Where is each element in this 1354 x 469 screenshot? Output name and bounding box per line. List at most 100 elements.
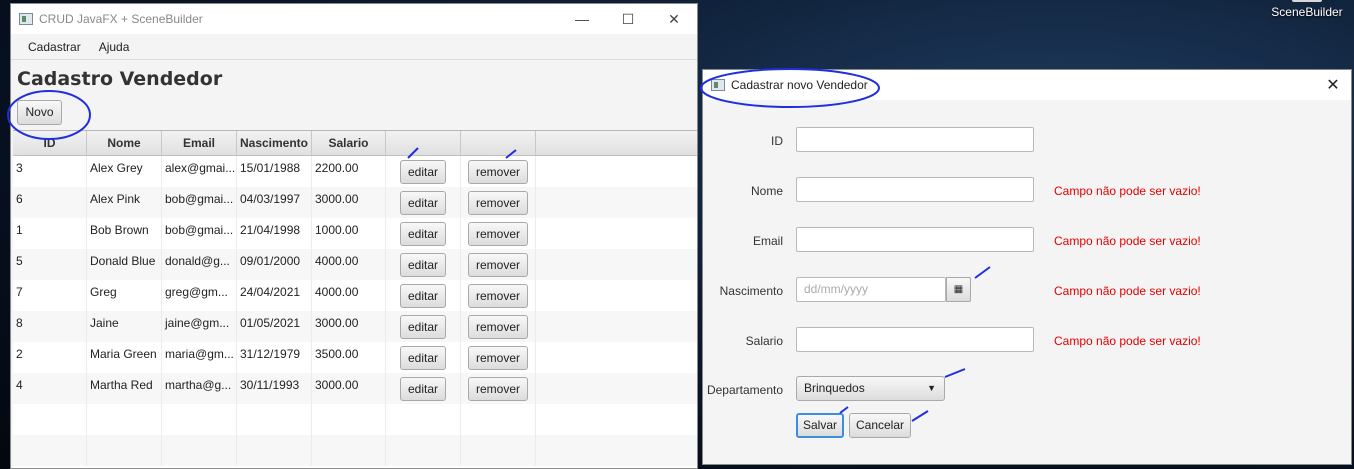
main-titlebar: CRUD JavaFX + SceneBuilder — ☐ ✕ xyxy=(11,4,697,34)
cell-nascimento: 24/04/2021 xyxy=(237,280,312,311)
cell-edit: editar xyxy=(386,280,461,311)
editar-button[interactable]: editar xyxy=(399,283,447,308)
cell-salario xyxy=(312,404,386,435)
table-row-empty[interactable] xyxy=(13,404,697,435)
cadastrar-dialog: Cadastrar novo Vendedor ✕ ID Nome Campo … xyxy=(702,69,1352,465)
close-button[interactable]: ✕ xyxy=(651,4,697,34)
cell-edit xyxy=(386,404,461,435)
cell-id xyxy=(13,435,87,466)
calendar-icon[interactable]: ▦ xyxy=(946,277,971,302)
cell-email xyxy=(162,404,237,435)
page-title: Cadastro Vendedor xyxy=(17,68,223,90)
desktop-icon-label[interactable]: SceneBuilder xyxy=(1266,5,1348,19)
salvar-button[interactable]: Salvar xyxy=(796,413,844,438)
cell-filler xyxy=(536,404,697,435)
table-row[interactable]: 8 Jaine jaine@gm... 01/05/2021 3000.00 editar… xyxy=(13,311,697,342)
scenebuilder-desktop-icon[interactable] xyxy=(1292,0,1322,2)
nome-field[interactable] xyxy=(796,177,1034,202)
dialog-titlebar: Cadastrar novo Vendedor ✕ xyxy=(703,70,1351,100)
remover-button[interactable]: remover xyxy=(467,190,528,215)
remover-button[interactable]: remover xyxy=(467,252,528,277)
email-field[interactable] xyxy=(796,227,1034,252)
remover-button[interactable]: remover xyxy=(467,345,528,370)
cell-email: martha@g... xyxy=(162,373,237,404)
editar-button[interactable]: editar xyxy=(399,314,447,339)
menu-ajuda[interactable]: Ajuda xyxy=(90,40,139,54)
column-header-salario[interactable]: Salario xyxy=(312,131,386,155)
minimize-button[interactable]: — xyxy=(559,4,605,34)
cell-filler xyxy=(536,187,697,218)
cell-filler xyxy=(536,156,697,187)
column-header-nome[interactable]: Nome xyxy=(87,131,162,155)
cell-id: 2 xyxy=(13,342,87,373)
table-row[interactable]: 7 Greg greg@gm... 24/04/2021 4000.00 editar re… xyxy=(13,280,697,311)
table-row[interactable]: 2 Maria Green maria@gm... 31/12/1979 3500.00… xyxy=(13,342,697,373)
editar-button[interactable]: editar xyxy=(399,252,447,277)
remover-button[interactable]: remover xyxy=(467,283,528,308)
cancelar-button[interactable]: Cancelar xyxy=(849,413,911,438)
label-nome: Nome xyxy=(750,184,783,198)
cell-nome: Bob Brown xyxy=(87,218,162,249)
editar-button[interactable]: editar xyxy=(399,376,447,401)
dialog-title: Cadastrar novo Vendedor xyxy=(731,78,868,92)
cell-salario: 1000.00 xyxy=(312,218,386,249)
cell-salario: 3000.00 xyxy=(312,311,386,342)
column-header-id[interactable]: ID xyxy=(13,131,87,155)
cell-remove: remover xyxy=(461,218,536,249)
cell-nascimento xyxy=(237,404,312,435)
label-email: Email xyxy=(752,234,783,248)
id-field[interactable] xyxy=(796,127,1034,152)
cell-email xyxy=(162,435,237,466)
table-row[interactable]: 3 Alex Grey alex@gmai... 15/01/1988 2200.00 e… xyxy=(13,156,697,187)
cell-edit: editar xyxy=(386,249,461,280)
cell-nascimento xyxy=(237,435,312,466)
label-departamento: Departamento xyxy=(706,383,783,397)
salario-field[interactable] xyxy=(796,327,1034,352)
editar-button[interactable]: editar xyxy=(399,159,447,184)
table-row[interactable]: 5 Donald Blue donald@g... 09/01/2000 4000.00… xyxy=(13,249,697,280)
column-header-remove[interactable] xyxy=(461,131,536,155)
remover-button[interactable]: remover xyxy=(467,314,528,339)
editar-button[interactable]: editar xyxy=(399,190,447,215)
email-error: Campo não pode ser vazio! xyxy=(1054,234,1201,248)
table-row[interactable]: 1 Bob Brown bob@gmai... 21/04/1998 1000.00 ed… xyxy=(13,218,697,249)
cell-nome: Martha Red xyxy=(87,373,162,404)
cell-nome: Alex Pink xyxy=(87,187,162,218)
main-window: CRUD JavaFX + SceneBuilder — ☐ ✕ Cadastr… xyxy=(10,3,698,469)
dialog-close-button[interactable]: ✕ xyxy=(1315,75,1351,95)
editar-button[interactable]: editar xyxy=(399,221,447,246)
remover-button[interactable]: remover xyxy=(467,159,528,184)
departamento-selected-value: Brinquedos xyxy=(804,381,865,395)
editar-button[interactable]: editar xyxy=(399,345,447,370)
cell-remove: remover xyxy=(461,280,536,311)
remover-button[interactable]: remover xyxy=(467,376,528,401)
table-row[interactable]: 6 Alex Pink bob@gmai... 04/03/1997 3000.00 ed… xyxy=(13,187,697,218)
cell-id: 1 xyxy=(13,218,87,249)
cell-nome: Greg xyxy=(87,280,162,311)
menu-bar: Cadastrar Ajuda xyxy=(11,34,697,60)
remover-button[interactable]: remover xyxy=(467,221,528,246)
salario-error: Campo não pode ser vazio! xyxy=(1054,334,1201,348)
column-header-edit[interactable] xyxy=(386,131,461,155)
cell-nome xyxy=(87,404,162,435)
label-id: ID xyxy=(771,134,783,148)
table-row[interactable]: 4 Martha Red martha@g... 30/11/1993 3000.00 e… xyxy=(13,373,697,404)
cell-nome: Jaine xyxy=(87,311,162,342)
table-row-empty[interactable] xyxy=(13,435,697,466)
cell-nascimento: 01/05/2021 xyxy=(237,311,312,342)
cell-salario: 4000.00 xyxy=(312,249,386,280)
label-nascimento: Nascimento xyxy=(719,284,783,298)
cell-edit: editar xyxy=(386,218,461,249)
cell-id: 4 xyxy=(13,373,87,404)
nascimento-date-field[interactable]: dd/mm/yyyy xyxy=(796,277,946,302)
menu-cadastrar[interactable]: Cadastrar xyxy=(19,40,90,54)
column-header-nascimento[interactable]: Nascimento xyxy=(237,131,312,155)
column-header-email[interactable]: Email xyxy=(162,131,237,155)
cell-salario: 3500.00 xyxy=(312,342,386,373)
vendedor-table: ID Nome Email Nascimento Salario 3 Alex G… xyxy=(13,130,697,468)
novo-button[interactable]: Novo xyxy=(17,100,62,125)
cell-nome: Alex Grey xyxy=(87,156,162,187)
cell-nascimento: 09/01/2000 xyxy=(237,249,312,280)
departamento-select[interactable]: Brinquedos ▼ xyxy=(796,376,945,401)
maximize-button[interactable]: ☐ xyxy=(605,4,651,34)
